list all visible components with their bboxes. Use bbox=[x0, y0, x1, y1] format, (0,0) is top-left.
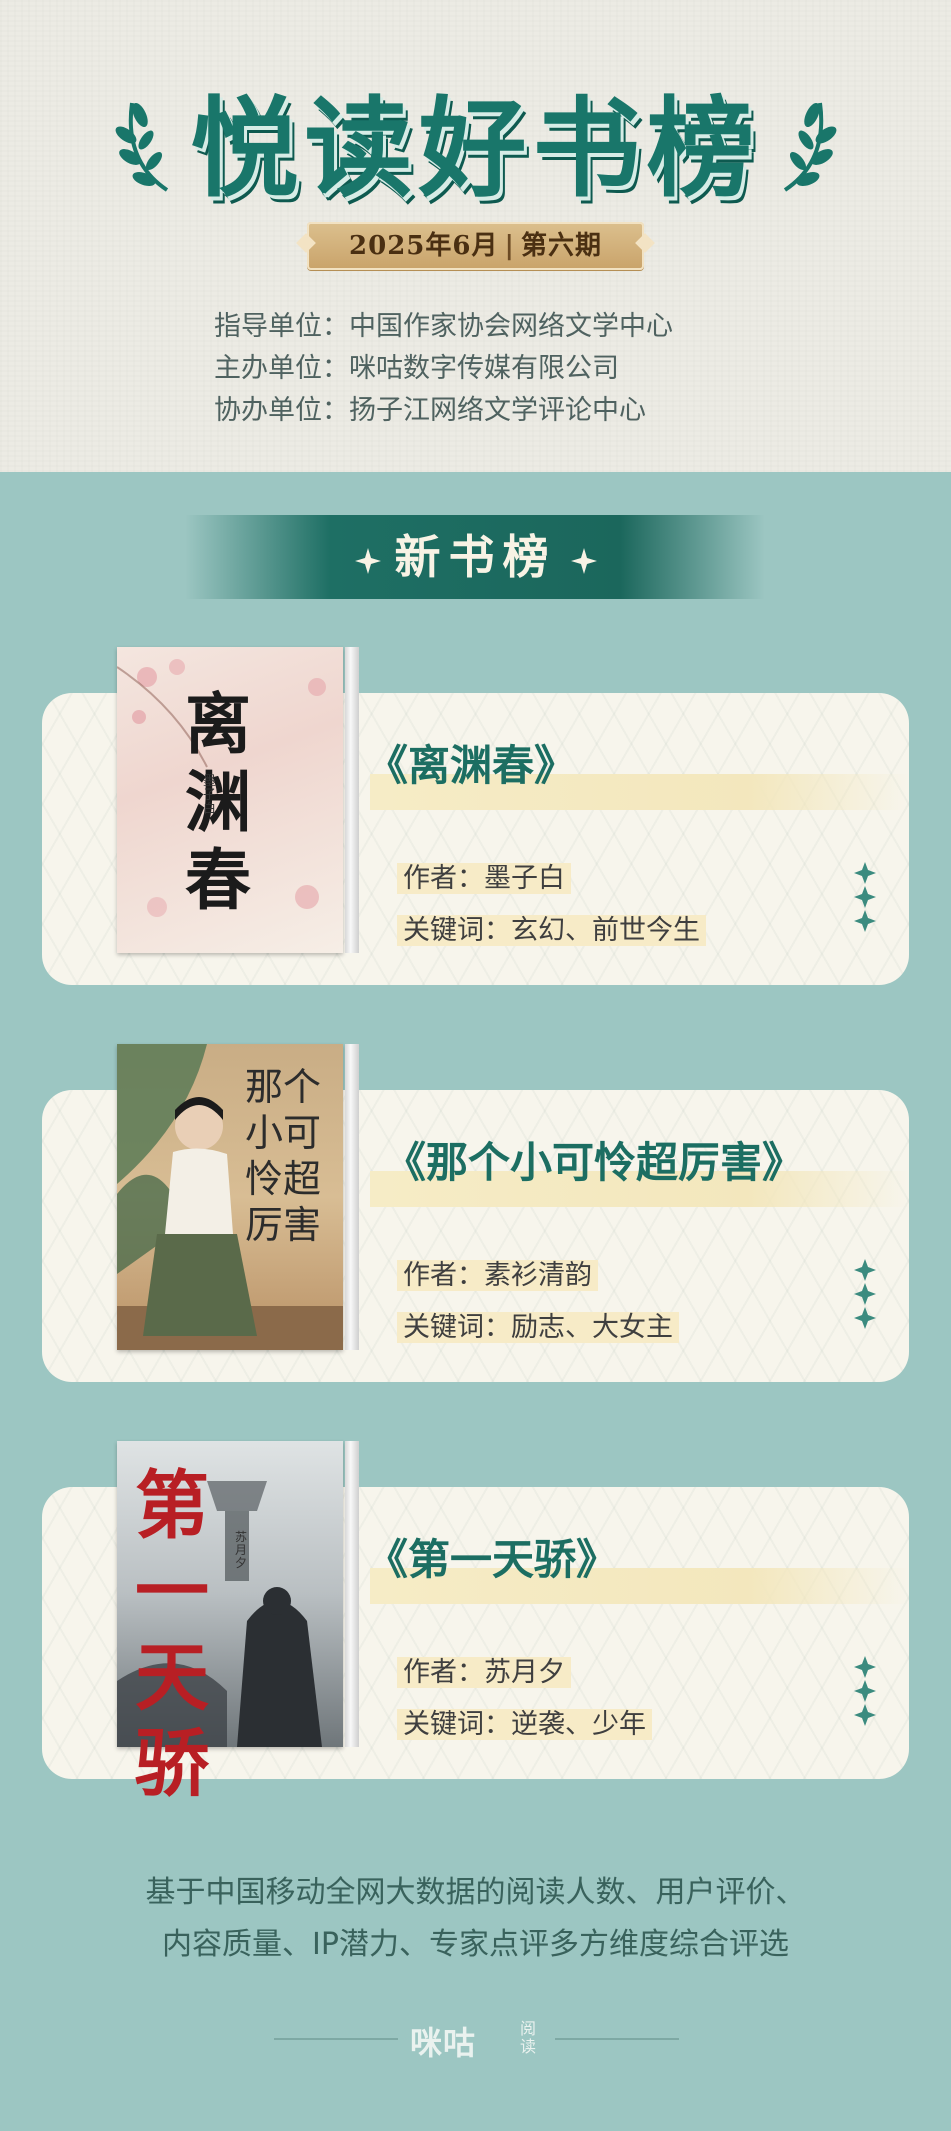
footer-note-line: 内容质量、IP潜力、专家点评多方维度综合评选 bbox=[162, 1927, 789, 1962]
section-title: 新书榜 bbox=[0, 527, 951, 587]
issue-separator: | bbox=[504, 231, 515, 261]
book-author: 作者：素衫清韵 bbox=[397, 1256, 598, 1296]
organizer-host: 主办单位：咪咕数字传媒有限公司 bbox=[214, 353, 619, 384]
organizer-guide: 指导单位：中国作家协会网络文学中心 bbox=[214, 311, 673, 342]
decorative-dots-icon bbox=[854, 1259, 876, 1329]
footer-note-line: 基于中国移动全网大数据的阅读人数、用户评价、 bbox=[145, 1875, 806, 1910]
cover-title: 那个小可怜超厉害 bbox=[245, 1065, 322, 1247]
issue-number: 第六期 bbox=[520, 231, 602, 261]
cover-author: 墨子白 bbox=[203, 774, 217, 817]
book-keywords: 关键词：玄幻、前世今生 bbox=[397, 911, 706, 951]
organizer-co: 协办单位：扬子江网络文学评论中心 bbox=[214, 395, 646, 426]
issue-date: 2025年6月 bbox=[349, 231, 499, 261]
section-title-text: 新书榜 bbox=[394, 530, 557, 584]
decorative-dots-icon bbox=[854, 862, 876, 932]
book-cover[interactable]: 离渊春 墨子白 bbox=[116, 647, 343, 953]
decorative-dots-icon bbox=[854, 1656, 876, 1726]
divider bbox=[555, 2038, 679, 2040]
book-title[interactable]: 《离渊春》 bbox=[366, 735, 576, 797]
issue-badge: 2025年6月 | 第六期 bbox=[307, 222, 644, 270]
divider bbox=[274, 2038, 398, 2040]
logo-subtext: 阅读 bbox=[520, 2019, 537, 2056]
sparkle-icon bbox=[570, 548, 597, 574]
book-spine bbox=[345, 1441, 359, 1747]
book-keywords: 关键词：励志、大女主 bbox=[397, 1308, 679, 1348]
organizer-list: 指导单位：中国作家协会网络文学中心 主办单位：咪咕数字传媒有限公司 协办单位：扬… bbox=[214, 306, 673, 432]
book-keywords: 关键词：逆袭、少年 bbox=[397, 1705, 652, 1745]
migu-logo: 咪咕 bbox=[410, 2024, 477, 2062]
book-cover[interactable]: 第一天骄 苏月夕 bbox=[117, 1441, 343, 1807]
book-title[interactable]: 《那个小可怜超厉害》 bbox=[384, 1132, 804, 1194]
book-cover[interactable]: 那个小可怜超厉害 bbox=[117, 1044, 343, 1350]
footer-logo: 咪咕 阅读 bbox=[0, 2018, 951, 2062]
book-author: 作者：苏月夕 bbox=[397, 1653, 571, 1693]
cover-author: 苏月夕 bbox=[235, 1530, 248, 1570]
book-spine bbox=[345, 647, 359, 953]
book-author: 作者：墨子白 bbox=[397, 859, 571, 899]
cover-title: 离渊春 bbox=[185, 685, 251, 919]
laurel-icon bbox=[783, 102, 837, 192]
book-title[interactable]: 《第一天骄》 bbox=[366, 1529, 618, 1591]
cover-title: 第一天骄 bbox=[135, 1463, 209, 1807]
header-section: 悦读好书榜 2025年6月 | 第六期 指导单位：中国作家协会网络文学中心 主办单位… bbox=[0, 0, 951, 472]
sparkle-icon bbox=[354, 548, 381, 574]
book-spine bbox=[345, 1044, 359, 1350]
footer-note: 基于中国移动全网大数据的阅读人数、用户评价、 内容质量、IP潜力、专家点评多方维… bbox=[0, 1867, 951, 1971]
